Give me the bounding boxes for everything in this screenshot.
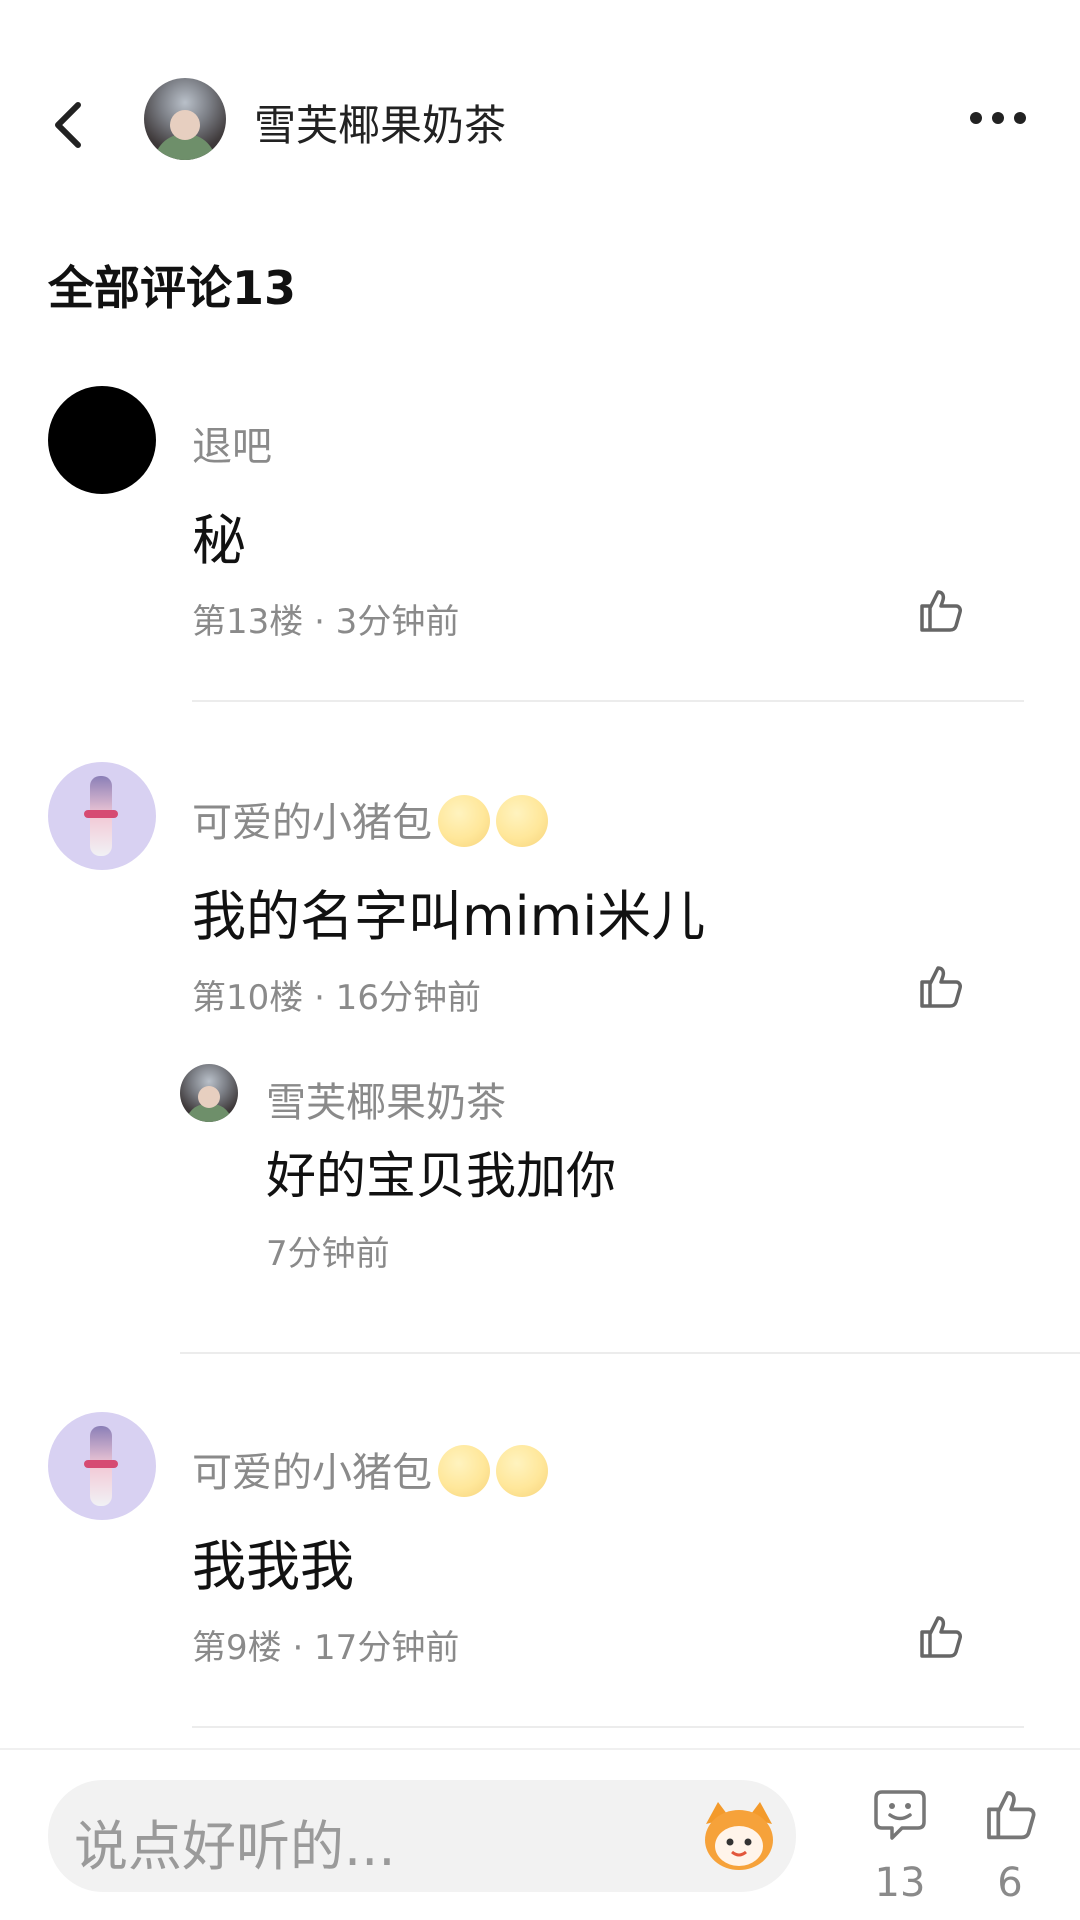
like-count-button[interactable]: 6 (982, 1786, 1038, 1906)
avatar[interactable] (48, 1412, 156, 1520)
kissing-face-emoji-icon (438, 795, 490, 847)
comment-username: 可爱的小猪包 (192, 1450, 432, 1496)
divider (192, 1726, 1024, 1728)
chevron-left-icon (55, 102, 81, 148)
comment-input-bar: 说点好听的... 13 6 (0, 1748, 1080, 1920)
thumbs-up-icon (920, 966, 962, 1008)
reply-avatar[interactable] (180, 1064, 238, 1122)
author-name[interactable]: 雪芙椰果奶茶 (254, 92, 506, 153)
comment-username[interactable]: 退吧 (192, 414, 272, 472)
kissing-face-emoji-icon (496, 795, 548, 847)
divider (192, 700, 1024, 702)
like-button[interactable] (916, 1612, 964, 1660)
mascot-sticker-button[interactable] (698, 1794, 780, 1876)
comment-content: 我我我 (192, 1535, 354, 1598)
divider (180, 1352, 1080, 1354)
comments-page: 雪芙椰果奶茶 全部评论13 退吧 秘 第13楼 · 3分钟前 可爱的小猪包 我的… (0, 0, 1080, 1920)
mascot-face-icon (705, 1802, 773, 1870)
comment-bubble-icon (874, 1790, 926, 1840)
more-options-button[interactable] (970, 100, 1040, 136)
reply-meta: 7分钟前 (266, 1234, 390, 1274)
top-bar: 雪芙椰果奶茶 (0, 0, 1080, 240)
comments-heading: 全部评论13 (48, 261, 297, 315)
like-button[interactable] (916, 962, 964, 1010)
avatar[interactable] (48, 762, 156, 870)
reply-content: 好的宝贝我加你 (266, 1147, 616, 1205)
comment-meta: 第10楼 · 16分钟前 (192, 978, 481, 1018)
kissing-face-emoji-icon (438, 1445, 490, 1497)
comment-input[interactable] (48, 1780, 796, 1892)
like-button[interactable] (916, 586, 964, 634)
comment-content: 我的名字叫mimi米儿 (192, 885, 706, 948)
kissing-face-emoji-icon (496, 1445, 548, 1497)
comment-username-row[interactable]: 可爱的小猪包 (192, 790, 548, 851)
comment-meta: 第13楼 · 3分钟前 (192, 602, 460, 642)
thumbs-up-icon (987, 1791, 1036, 1840)
thumbs-up-icon (920, 1616, 962, 1658)
comment-meta: 第9楼 · 17分钟前 (192, 1628, 460, 1668)
reply-username[interactable]: 雪芙椰果奶茶 (266, 1070, 506, 1128)
thumbs-up-icon (920, 590, 962, 632)
more-horizontal-icon (970, 112, 982, 124)
back-button[interactable] (44, 95, 94, 155)
comment-username-row[interactable]: 可爱的小猪包 (192, 1440, 548, 1501)
like-count: 6 (997, 1860, 1023, 1906)
comment-content: 秘 (192, 509, 246, 572)
avatar[interactable] (48, 386, 156, 494)
author-avatar[interactable] (144, 78, 226, 160)
comment-count-button[interactable]: 13 (872, 1786, 928, 1906)
comment-count: 13 (874, 1860, 926, 1906)
comment-username: 可爱的小猪包 (192, 800, 432, 846)
